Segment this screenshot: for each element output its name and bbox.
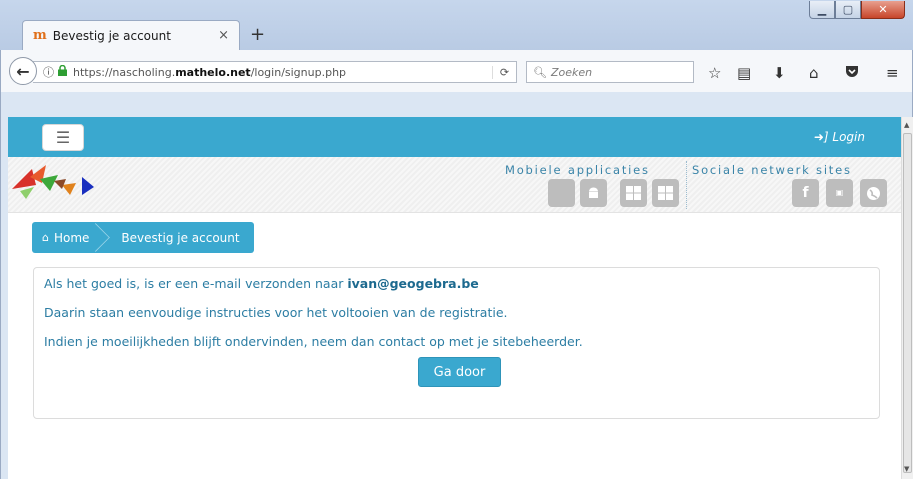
site-menu-button[interactable]: ☰ [42,124,84,151]
home-icon[interactable]: ⌂ [809,64,819,82]
pocket-icon[interactable] [845,64,859,82]
sign-in-icon: ➜] [813,130,829,144]
site-header: ☰ ➜] Login [8,117,901,157]
maximize-button[interactable]: ▢ [835,1,861,19]
breadcrumb-home-label: Home [53,230,90,245]
window-controls: ▁ ▢ ✕ [809,1,905,19]
search-placeholder: Zoeken [550,65,593,79]
close-window-button[interactable]: ✕ [861,1,905,19]
instructions-message: Daarin staan eenvoudige instructies voor… [44,305,508,320]
lock-icon[interactable] [58,64,67,79]
page-viewport: ☰ ➜] Login Mobiele applicaties Sociale n… [8,117,901,479]
search-icon: 🔍︎ [533,65,547,79]
banner-divider [686,161,687,209]
reload-icon[interactable]: ⟳ [492,65,516,79]
back-button[interactable]: ← [9,57,37,85]
reading-list-icon[interactable]: ▤ [737,64,751,82]
contact-admin-message: Indien je moeilijkheden blijft ondervind… [44,334,583,349]
address-bar[interactable]: ⓘ https://nascholing.mathelo.net/login/s… [33,61,517,83]
login-link[interactable]: ➜] Login [814,130,865,144]
social-sites-title: Sociale netwerk sites [692,163,852,177]
site-banner: Mobiele applicaties Sociale netwerk site… [8,157,901,213]
confirmation-panel: Als het goed is, is er een e-mail verzon… [33,267,880,419]
globe-icon[interactable] [860,179,887,207]
moodle-favicon-icon: m [33,28,47,43]
search-bar[interactable]: 🔍︎ Zoeken [526,61,694,83]
breadcrumb: ⌂ Home Bevestig je account [32,222,254,253]
home-icon: ⌂ [42,231,49,244]
scroll-up-icon[interactable]: ▲ [904,121,909,129]
windows-icon[interactable] [620,179,647,207]
info-icon[interactable]: ⓘ [43,64,54,80]
window-frame-left [0,117,8,479]
bookmark-star-icon[interactable]: ☆ [708,64,721,82]
url-text[interactable]: https://nascholing.mathelo.net/login/sig… [73,66,492,79]
tab-title: Bevestig je account [52,28,171,43]
page-scrollbar[interactable]: ▲ ▼ [901,117,913,479]
window-titlebar: ▁ ▢ ✕ m Bevestig je account × + [0,0,913,50]
scroll-down-icon[interactable]: ▼ [904,465,909,473]
arrow-left-icon: ← [16,61,30,81]
mobile-apps-title: Mobiele applicaties [505,163,650,177]
browser-tab[interactable]: m Bevestig je account × [22,20,240,50]
hamburger-menu-icon[interactable]: ≡ [886,64,899,82]
site-logo[interactable] [10,161,106,201]
minimize-button[interactable]: ▁ [809,1,835,19]
windows-phone-icon[interactable] [652,179,679,207]
apple-icon[interactable] [548,179,575,207]
youtube-icon[interactable]: ▣ [826,179,853,207]
android-icon[interactable] [580,179,607,207]
bookmarks-toolbar [0,92,913,117]
email-sent-message: Als het goed is, is er een e-mail verzon… [44,276,479,291]
facebook-icon[interactable]: f [792,179,819,207]
menu-icon: ☰ [55,128,71,147]
new-tab-button[interactable]: + [250,24,265,45]
breadcrumb-home[interactable]: ⌂ Home [32,222,103,253]
breadcrumb-current: Bevestig je account [121,230,240,245]
continue-button[interactable]: Ga door [418,357,501,387]
login-label: Login [832,130,865,144]
download-icon[interactable]: ⬇ [773,64,786,82]
email-address: ivan@geogebra.be [347,276,479,291]
navigation-toolbar: ⓘ https://nascholing.mathelo.net/login/s… [0,50,913,92]
scrollbar-thumb[interactable] [903,133,912,473]
tab-close-icon[interactable]: × [218,28,229,43]
